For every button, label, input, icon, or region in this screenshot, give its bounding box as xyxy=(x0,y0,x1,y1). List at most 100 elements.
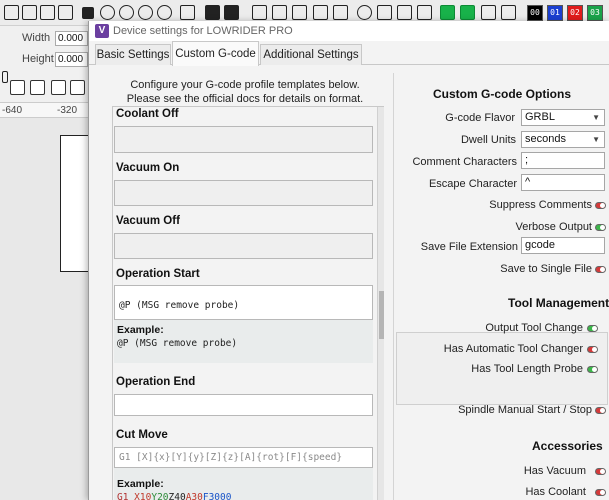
spindle-label: Spindle Manual Start / Stop xyxy=(458,404,592,416)
space-icon[interactable] xyxy=(460,5,475,20)
operation-start-label: Operation Start xyxy=(116,268,200,280)
zoom-in-icon[interactable] xyxy=(100,5,115,20)
move-icon[interactable] xyxy=(82,7,94,19)
output-tool-change-label: Output Tool Change xyxy=(485,322,583,334)
align-left-icon[interactable] xyxy=(377,5,392,20)
example-title: Example: xyxy=(117,324,164,336)
has-vacuum-toggle[interactable] xyxy=(595,468,606,475)
code-token: Y20 xyxy=(151,492,169,500)
group-icon[interactable] xyxy=(10,80,25,95)
comment-chars-input[interactable]: ; xyxy=(521,152,605,169)
chevron-down-icon: ▼ xyxy=(592,135,600,144)
cut-move-field[interactable]: G1 [X]{x}[Y]{y}[Z]{z}[A]{rot}[F]{speed} xyxy=(114,447,373,468)
tool-length-probe-label: Has Tool Length Probe xyxy=(471,363,583,375)
pencil-icon[interactable] xyxy=(333,5,348,20)
spindle-toggle[interactable] xyxy=(595,407,606,414)
vacuum-on-field[interactable] xyxy=(114,180,373,206)
cut-move-example: Example: G1 X10Y20Z40A30F3000 xyxy=(114,468,373,500)
has-vacuum-label: Has Vacuum xyxy=(523,465,586,477)
escape-char-input[interactable]: ^ xyxy=(521,174,605,191)
dwell-units-value: seconds xyxy=(525,133,566,145)
scroll-thumb[interactable] xyxy=(379,291,384,339)
frame-icon[interactable] xyxy=(180,5,195,20)
ruler-tick: -320 xyxy=(57,105,78,116)
gcode-options-panel: Custom G-code Options G-code Flavor GRBL… xyxy=(393,73,609,500)
code-token: A30 xyxy=(185,492,203,500)
color-swatch-01[interactable]: 01 xyxy=(547,5,563,21)
gcode-flavor-label: G-code Flavor xyxy=(445,112,515,124)
mirror-icon[interactable] xyxy=(292,5,307,20)
copy-icon[interactable] xyxy=(22,5,37,20)
tab-custom-gcode[interactable]: Custom G-code xyxy=(172,41,259,66)
tab-basic-settings[interactable]: Basic Settings xyxy=(95,44,171,65)
users-icon[interactable] xyxy=(252,5,267,20)
wrench-icon[interactable] xyxy=(224,5,239,20)
cut-move-example-code: G1 X10Y20Z40A30F3000 xyxy=(117,492,231,500)
lock-icon[interactable] xyxy=(2,71,8,83)
arrow-icon[interactable] xyxy=(313,5,328,20)
save-ext-input[interactable]: gcode xyxy=(521,237,605,254)
ruler: -640 -320 xyxy=(0,102,90,118)
code-token: Z40 xyxy=(168,492,186,500)
zoom-out-icon[interactable] xyxy=(119,5,134,20)
width-input[interactable]: 0.000 xyxy=(55,31,88,46)
tab-additional-settings[interactable]: Additional Settings xyxy=(260,44,362,65)
intro-text: Configure your G-code profile templates … xyxy=(105,78,385,106)
auto-tool-changer-toggle[interactable] xyxy=(587,346,598,353)
new-file-icon[interactable] xyxy=(4,5,19,20)
distribute-icon[interactable] xyxy=(440,5,455,20)
dwell-units-select[interactable]: seconds ▼ xyxy=(521,131,605,148)
gcode-templates-panel: Configure your G-code profile templates … xyxy=(105,73,385,500)
dwell-units-label: Dwell Units xyxy=(460,134,516,146)
gcode-flavor-select[interactable]: GRBL ▼ xyxy=(521,109,605,126)
operation-start-example-code: @P (MSG remove probe) xyxy=(117,338,238,349)
tools-icon[interactable] xyxy=(205,5,220,20)
color-swatch-03[interactable]: 03 xyxy=(587,5,603,21)
operation-end-field[interactable] xyxy=(114,394,373,416)
app-logo-icon: V xyxy=(95,24,109,38)
template-field-list: Coolant Off Vacuum On Vacuum Off Operati… xyxy=(112,106,384,500)
grid-icon[interactable] xyxy=(481,5,496,20)
coolant-off-label: Coolant Off xyxy=(116,108,179,120)
tool-management-heading: Tool Management xyxy=(508,296,609,310)
paste-icon[interactable] xyxy=(40,5,55,20)
vacuum-off-field[interactable] xyxy=(114,233,373,259)
height-input[interactable]: 0.000 xyxy=(55,52,88,67)
device-settings-dialog: V Device settings for LOWRIDER PRO Basic… xyxy=(88,21,609,500)
settings-icon[interactable] xyxy=(70,80,85,95)
code-token: G1 xyxy=(117,492,135,500)
tool-length-probe-toggle[interactable] xyxy=(587,366,598,373)
color-swatch-00[interactable]: 00 xyxy=(527,5,543,21)
code-token: F3000 xyxy=(202,492,232,500)
zoom-fit-icon[interactable] xyxy=(138,5,153,20)
suppress-comments-toggle[interactable] xyxy=(595,202,606,209)
accessories-heading: Accessories xyxy=(532,439,603,453)
delete-icon[interactable] xyxy=(58,5,73,20)
coolant-off-field[interactable] xyxy=(114,126,373,153)
ungroup-icon[interactable] xyxy=(30,80,45,95)
target-icon[interactable] xyxy=(357,5,372,20)
snap-icon[interactable] xyxy=(501,5,516,20)
zoom-selection-icon[interactable] xyxy=(157,5,172,20)
intro-line-1: Configure your G-code profile templates … xyxy=(130,79,360,91)
operation-end-label: Operation End xyxy=(116,376,196,388)
chevron-down-icon: ▼ xyxy=(592,113,600,122)
template-scrollbar[interactable] xyxy=(377,107,384,500)
minus-icon[interactable] xyxy=(51,80,66,95)
dialog-titlebar[interactable]: V Device settings for LOWRIDER PRO xyxy=(89,21,609,41)
code-token: X10 xyxy=(134,492,152,500)
save-single-toggle[interactable] xyxy=(595,266,606,273)
operation-start-field[interactable]: @P (MSG remove probe) xyxy=(114,285,373,320)
escape-char-label: Escape Character xyxy=(428,178,517,190)
ruler-tick: -640 xyxy=(2,105,23,116)
verbose-output-toggle[interactable] xyxy=(595,224,606,231)
flip-icon[interactable] xyxy=(272,5,287,20)
color-swatch-02[interactable]: 02 xyxy=(567,5,583,21)
example-title: Example: xyxy=(117,478,164,490)
output-tool-change-toggle[interactable] xyxy=(587,325,598,332)
align-center-icon[interactable] xyxy=(397,5,412,20)
has-coolant-toggle[interactable] xyxy=(595,489,606,496)
save-single-label: Save to Single File xyxy=(500,263,592,275)
width-label: Width xyxy=(22,32,51,44)
align-right-icon[interactable] xyxy=(417,5,432,20)
